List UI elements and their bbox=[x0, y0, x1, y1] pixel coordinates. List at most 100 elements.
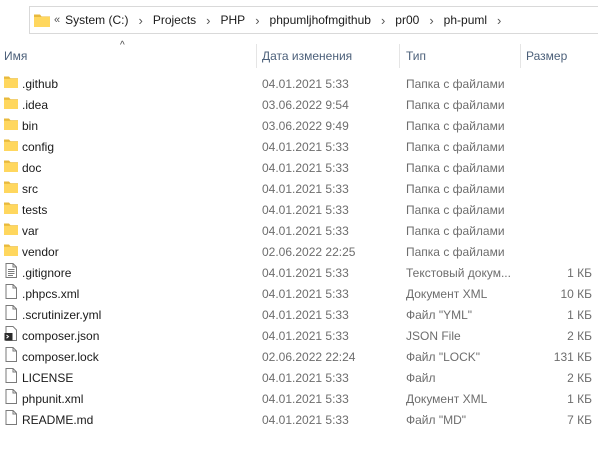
breadcrumb-item[interactable]: Projects bbox=[150, 13, 199, 27]
file-type: Папка с файлами bbox=[406, 245, 505, 259]
file-name[interactable]: phpunit.xml bbox=[22, 389, 83, 410]
column-header-date[interactable]: Дата изменения bbox=[262, 44, 352, 68]
column-divider[interactable] bbox=[399, 44, 400, 68]
file-icon bbox=[4, 368, 18, 383]
file-type: JSON File bbox=[406, 329, 461, 343]
file-type: Папка с файлами bbox=[406, 77, 505, 91]
list-item[interactable]: phpunit.xml 04.01.2021 5:33 Документ XML 1 … bbox=[0, 389, 598, 410]
file-date: 03.06.2022 9:54 bbox=[262, 98, 349, 112]
file-icon bbox=[4, 410, 18, 425]
list-item[interactable]: doc 04.01.2021 5:33 Папка с файлами bbox=[0, 158, 598, 179]
file-date: 04.01.2021 5:33 bbox=[262, 413, 349, 427]
chevron-right-icon[interactable]: › bbox=[374, 13, 392, 28]
breadcrumb: « System (C:) › Projects › PHP › phpumlj… bbox=[50, 7, 508, 33]
list-item[interactable]: vendor 02.06.2022 22:25 Папка с файлами bbox=[0, 242, 598, 263]
list-item[interactable]: var 04.01.2021 5:33 Папка с файлами bbox=[0, 221, 598, 242]
file-size: 1 КБ bbox=[567, 308, 592, 322]
list-item[interactable]: .scrutinizer.yml 04.01.2021 5:33 Файл "YML… bbox=[0, 305, 598, 326]
list-item[interactable]: README.md 04.01.2021 5:33 Файл "MD" 7 КБ bbox=[0, 410, 598, 431]
file-name[interactable]: vendor bbox=[22, 242, 59, 263]
list-item[interactable]: src 04.01.2021 5:33 Папка с файлами bbox=[0, 179, 598, 200]
file-type: Файл "YML" bbox=[406, 308, 473, 322]
file-name[interactable]: .github bbox=[22, 74, 58, 95]
column-divider[interactable] bbox=[520, 44, 521, 68]
list-item[interactable]: config 04.01.2021 5:33 Папка с файлами bbox=[0, 137, 598, 158]
file-icon bbox=[4, 347, 18, 362]
breadcrumb-item[interactable]: phpumljhofmgithub bbox=[267, 13, 374, 27]
file-type: Папка с файлами bbox=[406, 119, 505, 133]
file-date: 04.01.2021 5:33 bbox=[262, 371, 349, 385]
chevron-right-icon[interactable]: › bbox=[490, 13, 508, 28]
file-date: 04.01.2021 5:33 bbox=[262, 140, 349, 154]
file-type: Папка с файлами bbox=[406, 182, 505, 196]
file-name[interactable]: src bbox=[22, 179, 38, 200]
file-size: 131 КБ bbox=[553, 350, 592, 364]
file-name[interactable]: composer.json bbox=[22, 326, 99, 347]
file-name[interactable]: README.md bbox=[22, 410, 93, 431]
list-item[interactable]: .github 04.01.2021 5:33 Папка с файлами bbox=[0, 74, 598, 95]
column-divider[interactable] bbox=[256, 44, 257, 68]
file-date: 04.01.2021 5:33 bbox=[262, 77, 349, 91]
chevron-right-icon[interactable]: › bbox=[422, 13, 440, 28]
folder-icon bbox=[4, 95, 18, 110]
file-name[interactable]: .scrutinizer.yml bbox=[22, 305, 101, 326]
file-name[interactable]: doc bbox=[22, 158, 41, 179]
file-name[interactable]: composer.lock bbox=[22, 347, 99, 368]
chevron-right-icon[interactable]: › bbox=[248, 13, 266, 28]
chevron-right-icon[interactable]: › bbox=[131, 13, 149, 28]
file-type: Папка с файлами bbox=[406, 203, 505, 217]
file-date: 04.01.2021 5:33 bbox=[262, 392, 349, 406]
file-date: 04.01.2021 5:33 bbox=[262, 308, 349, 322]
list-item[interactable]: composer.lock 02.06.2022 22:24 Файл "LOCK"… bbox=[0, 347, 598, 368]
column-header-type[interactable]: Тип bbox=[406, 44, 426, 68]
breadcrumb-overflow[interactable]: « bbox=[50, 14, 62, 26]
chevron-right-icon[interactable]: › bbox=[199, 13, 217, 28]
list-item[interactable]: .gitignore 04.01.2021 5:33 Текстовый докум… bbox=[0, 263, 598, 284]
list-item[interactable]: composer.json 04.01.2021 5:33 JSON File 2 К… bbox=[0, 326, 598, 347]
list-item[interactable]: LICENSE 04.01.2021 5:33 Файл 2 КБ bbox=[0, 368, 598, 389]
column-header-size[interactable]: Размер bbox=[526, 44, 567, 68]
breadcrumb-item[interactable]: ph-puml bbox=[441, 13, 490, 27]
file-name[interactable]: LICENSE bbox=[22, 368, 73, 389]
file-date: 04.01.2021 5:33 bbox=[262, 203, 349, 217]
file-size: 10 КБ bbox=[560, 287, 592, 301]
folder-icon bbox=[4, 179, 18, 194]
file-name[interactable]: .idea bbox=[22, 95, 48, 116]
file-size: 7 КБ bbox=[567, 413, 592, 427]
folder-icon bbox=[4, 158, 18, 173]
address-bar[interactable]: « System (C:) › Projects › PHP › phpumlj… bbox=[29, 6, 598, 34]
file-name[interactable]: bin bbox=[22, 116, 38, 137]
file-name[interactable]: tests bbox=[22, 200, 47, 221]
file-list: .github 04.01.2021 5:33 Папка с файлами .id… bbox=[0, 74, 598, 431]
breadcrumb-item[interactable]: System (C:) bbox=[62, 13, 131, 27]
file-date: 04.01.2021 5:33 bbox=[262, 266, 349, 280]
breadcrumb-item[interactable]: PHP bbox=[218, 13, 249, 27]
file-name[interactable]: .phpcs.xml bbox=[22, 284, 79, 305]
file-name[interactable]: config bbox=[22, 137, 54, 158]
file-type: Папка с файлами bbox=[406, 140, 505, 154]
file-icon bbox=[4, 284, 18, 299]
folder-icon bbox=[4, 74, 18, 89]
file-date: 02.06.2022 22:24 bbox=[262, 350, 356, 364]
file-name[interactable]: .gitignore bbox=[22, 263, 71, 284]
file-type: Файл "LOCK" bbox=[406, 350, 481, 364]
text-file-icon bbox=[4, 263, 18, 278]
file-size: 1 КБ bbox=[567, 392, 592, 406]
file-size: 1 КБ bbox=[567, 266, 592, 280]
file-date: 04.01.2021 5:33 bbox=[262, 329, 349, 343]
folder-icon bbox=[4, 200, 18, 215]
breadcrumb-item[interactable]: pr00 bbox=[392, 13, 422, 27]
file-date: 02.06.2022 22:25 bbox=[262, 245, 356, 259]
column-header: Имя Дата изменения Тип Размер bbox=[0, 44, 598, 68]
column-header-name[interactable]: Имя bbox=[4, 44, 27, 68]
file-name[interactable]: var bbox=[22, 221, 39, 242]
list-item[interactable]: .phpcs.xml 04.01.2021 5:33 Документ XML 10 … bbox=[0, 284, 598, 305]
folder-icon bbox=[4, 221, 18, 236]
file-size: 2 КБ bbox=[567, 371, 592, 385]
list-item[interactable]: .idea 03.06.2022 9:54 Папка с файлами bbox=[0, 95, 598, 116]
list-item[interactable]: tests 04.01.2021 5:33 Папка с файлами bbox=[0, 200, 598, 221]
list-item[interactable]: bin 03.06.2022 9:49 Папка с файлами bbox=[0, 116, 598, 137]
file-date: 04.01.2021 5:33 bbox=[262, 287, 349, 301]
folder-icon bbox=[4, 242, 18, 257]
file-size: 2 КБ bbox=[567, 329, 592, 343]
